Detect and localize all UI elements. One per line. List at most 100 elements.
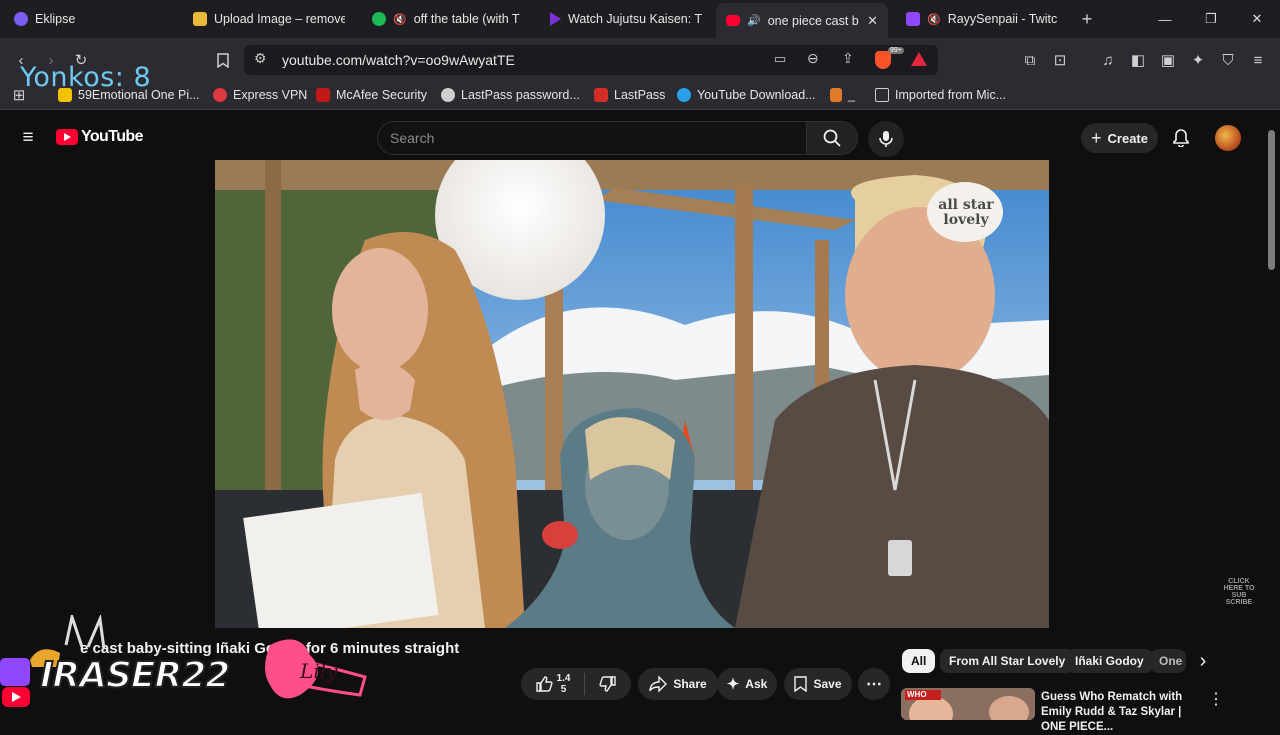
voice-search-button[interactable]	[868, 121, 904, 157]
video-player[interactable]: all star lovely	[215, 160, 1049, 628]
image-upload-icon	[193, 12, 207, 26]
save-button[interactable]: Save	[784, 668, 852, 700]
brave-badge: 99+	[888, 47, 904, 54]
page-scrollbar[interactable]	[1268, 130, 1275, 270]
guide-menu-icon[interactable]: ≡	[17, 127, 39, 149]
close-window-button[interactable]: ✕	[1234, 0, 1280, 38]
vpn-icon[interactable]: ⛉	[1217, 49, 1239, 71]
save-icon	[794, 676, 808, 692]
leo-ai-icon[interactable]: ✦	[1187, 49, 1209, 71]
sparkle-icon: ✦	[726, 676, 740, 693]
all-star-lovely-watermark: all star lovely	[938, 197, 994, 228]
media-controls-icon[interactable]: ♫	[1097, 49, 1119, 71]
bars-icon	[830, 88, 842, 102]
menu-icon[interactable]: ≡	[1247, 49, 1269, 71]
bookmark-item[interactable]: McAfee Security	[316, 80, 427, 110]
minimize-button[interactable]: ―	[1142, 0, 1188, 38]
ask-button[interactable]: ✦ Ask	[717, 668, 777, 700]
youtube-wordmark: YouTube	[81, 128, 143, 145]
subscribe-watermark[interactable]: CLICK HERE TO SUB SCRIBE	[1222, 578, 1256, 606]
tab-label: Watch Jujutsu Kaisen: Th	[568, 12, 702, 26]
tab-twitch[interactable]: 🔇 RayySenpaii - Twitch	[896, 0, 1068, 38]
folder-icon	[875, 88, 889, 102]
recommendation-title[interactable]: Guess Who Rematch with Emily Rudd & Taz …	[1041, 690, 1206, 735]
sidebar-icon[interactable]: ◧	[1127, 49, 1149, 71]
wallet-icon[interactable]: ▣	[1157, 49, 1179, 71]
like-dislike-pill: 1.4 5	[521, 668, 631, 700]
share-page-icon[interactable]: ⇪	[842, 50, 854, 67]
chip-all[interactable]: All	[902, 649, 936, 673]
url-text: youtube.com/watch?v=oo9wAwyatTE	[282, 52, 515, 68]
bookmark-item[interactable]: LastPass password...	[441, 80, 580, 110]
like-button[interactable]: 1.4 5	[535, 673, 571, 695]
restore-button[interactable]: ❐	[1188, 0, 1234, 38]
site-info-icon[interactable]: ⚙	[254, 50, 267, 67]
brave-shields-icon[interactable]	[875, 51, 891, 69]
save-label: Save	[813, 677, 842, 691]
tab-jujutsu-kaisen[interactable]: Watch Jujutsu Kaisen: Th	[540, 0, 712, 38]
ask-label: Ask	[745, 677, 768, 691]
create-button[interactable]: + Create	[1081, 123, 1158, 153]
muted-speaker-icon[interactable]: 🔇	[927, 13, 941, 26]
chip-one[interactable]: One	[1150, 649, 1186, 673]
bookmark-item[interactable]: YouTube Download...	[677, 80, 816, 110]
bookmark-icon[interactable]	[212, 49, 234, 71]
tab-spotify[interactable]: 🔇 off the table (with Th	[362, 0, 530, 38]
youtube-logo[interactable]: YouTube	[56, 128, 143, 146]
new-tab-button[interactable]: +	[1076, 8, 1098, 30]
recommendation-thumbnail[interactable]: WHO	[901, 688, 1035, 720]
bookmark-item[interactable]: _	[830, 80, 855, 110]
more-options-icon[interactable]: ⋮	[1205, 688, 1227, 710]
chevron-right-icon[interactable]: ›	[1192, 650, 1214, 672]
speaker-icon[interactable]: 🔊	[747, 14, 761, 27]
tab-label: off the table (with Th	[413, 12, 520, 26]
lastpass-icon	[594, 88, 608, 102]
bookmark-label: Express VPN	[233, 88, 308, 102]
spotify-icon	[372, 12, 386, 26]
create-label: Create	[1107, 130, 1148, 146]
divider	[584, 673, 586, 695]
thumbs-down-icon[interactable]	[599, 675, 617, 693]
share-button[interactable]: Share	[638, 668, 718, 700]
bookmark-item[interactable]: Express VPN	[213, 80, 307, 110]
screenshot-icon[interactable]: ⊡	[1049, 49, 1071, 71]
more-actions-button[interactable]: ⋯	[858, 668, 890, 700]
thumbs-up-icon	[535, 676, 553, 692]
streamer-overlay: IRASER22 Lily	[0, 611, 380, 720]
like-count-sub: 5	[560, 684, 567, 695]
like-count-main: 1.4	[556, 673, 571, 684]
youtube-play-icon	[56, 129, 78, 145]
search-box	[377, 121, 807, 155]
bookmark-item[interactable]: Imported from Mic...	[875, 80, 1006, 110]
muted-speaker-icon[interactable]: 🔇	[393, 13, 407, 26]
bookmark-label: McAfee Security	[336, 88, 428, 102]
search-icon	[823, 129, 841, 147]
twitch-icon	[906, 12, 920, 26]
search-button[interactable]	[806, 121, 858, 155]
bookmark-label: LastPass password...	[461, 88, 580, 102]
cast-icon[interactable]: ▭	[774, 51, 786, 67]
brave-rewards-icon[interactable]	[911, 52, 927, 66]
chip-from-all-star-lovely[interactable]: From All Star Lovely	[940, 649, 1075, 673]
tab-label: Eklipse	[35, 12, 76, 26]
close-tab-icon[interactable]: ✕	[867, 13, 878, 29]
bookmark-label: _	[848, 88, 855, 102]
video-frame	[215, 160, 1049, 628]
notifications-bell-icon[interactable]	[1170, 127, 1192, 149]
bookmark-label: Imported from Mic...	[895, 88, 1007, 102]
extensions-icon[interactable]: ⧉	[1019, 49, 1041, 71]
tab-eklipse[interactable]: Eklipse	[4, 0, 184, 38]
address-bar[interactable]: ⚙ youtube.com/watch?v=oo9wAwyatTE ▭ ⊖ ⇪ …	[244, 45, 938, 75]
search-input[interactable]	[390, 130, 790, 146]
chip-inaki-godoy[interactable]: Iñaki Godoy	[1066, 649, 1153, 673]
expressvpn-icon	[213, 88, 227, 102]
bookmark-label: YouTube Download...	[697, 88, 816, 102]
account-avatar[interactable]	[1215, 125, 1241, 151]
tab-upload-image[interactable]: Upload Image – remove	[183, 0, 355, 38]
bookmark-item[interactable]: LastPass	[594, 80, 665, 110]
zoom-icon[interactable]: ⊖	[807, 50, 819, 67]
globe-icon	[441, 88, 455, 102]
tab-youtube-active[interactable]: 🔊 one piece cast b ✕	[716, 3, 888, 38]
tab-label: Upload Image – remove	[214, 12, 345, 26]
youtube-icon	[726, 15, 740, 26]
